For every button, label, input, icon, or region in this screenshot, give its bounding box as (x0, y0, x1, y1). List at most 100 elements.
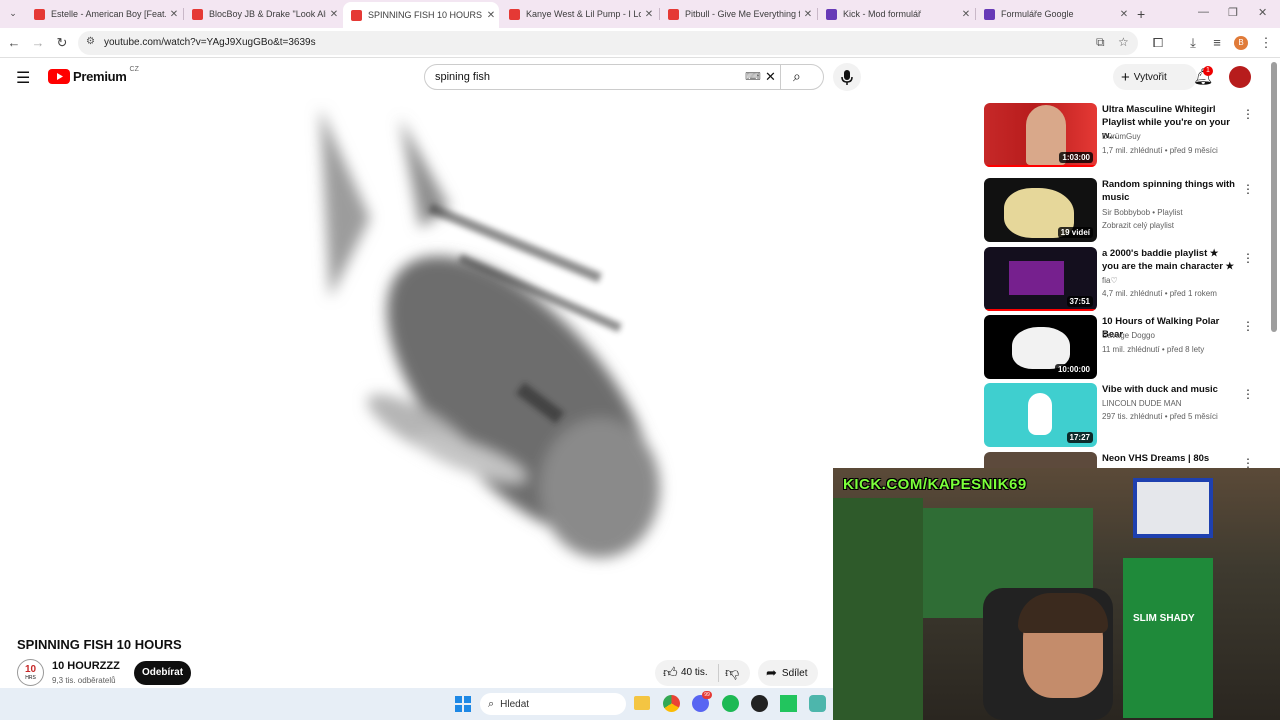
tab-spinning-fish[interactable]: SPINNING FISH 10 HOURS - Yo ✕ (343, 2, 499, 28)
close-tab-icon[interactable]: ✕ (800, 9, 816, 20)
recommended-channel[interactable]: DürümGuy (1102, 132, 1141, 141)
recommended-playlist[interactable]: 19 videí Random spinning things with mus… (984, 178, 1254, 242)
account-avatar[interactable] (1229, 66, 1251, 88)
back-icon[interactable]: ← (6, 35, 22, 51)
close-window-icon[interactable]: ✕ (1258, 6, 1267, 19)
recommended-channel[interactable]: fia♡ (1102, 276, 1118, 285)
more-options-icon[interactable]: ⋮ (1242, 456, 1254, 468)
recommended-video[interactable]: 10:00:00 10 Hours of Walking Polar Bear … (984, 315, 1254, 379)
address-bar[interactable]: ⚙ youtube.com/watch?v=YAgJ9XugGBo&t=3639… (78, 31, 1138, 55)
more-options-icon[interactable]: ⋮ (1242, 182, 1254, 196)
keyboard-icon[interactable]: ⌨ (745, 70, 761, 83)
duration-badge: 17:27 (1066, 432, 1093, 443)
more-options-icon[interactable]: ⋮ (1242, 387, 1254, 401)
tab-kick-form[interactable]: Kick - Mod formulář ✕ (818, 4, 974, 24)
recommended-channel[interactable]: LINCOLN DUDE MAN (1102, 399, 1182, 408)
more-options-icon[interactable]: ⋮ (1242, 251, 1254, 265)
recommended-video[interactable]: 37:51 a 2000's baddie playlist ★ you are… (984, 247, 1254, 311)
profile-avatar[interactable]: B (1234, 36, 1248, 50)
dislike-thumb-icon[interactable]: 👎︎ (725, 664, 739, 681)
webcam-plants (833, 498, 923, 720)
tab-i-love-it[interactable]: Kanye West & Lil Pump - I Love ✕ (501, 4, 657, 24)
close-tab-icon[interactable]: ✕ (1116, 9, 1132, 20)
tab-title: Formuláře Google (1001, 9, 1074, 19)
app-icon[interactable] (809, 695, 826, 712)
youtube-logo[interactable]: Premium CZ (48, 66, 139, 84)
restore-icon[interactable]: ❐ (1228, 6, 1238, 19)
search-icon: ⌕ (488, 697, 495, 710)
webcam-hair (1018, 593, 1108, 633)
file-explorer-icon[interactable] (634, 696, 650, 710)
video-thumbnail[interactable] (984, 452, 1097, 468)
playlist-thumbnail[interactable]: 19 videí (984, 178, 1097, 242)
browser-menu-icon[interactable]: ⋮ (1258, 35, 1274, 51)
recommended-channel[interactable]: Savage Doggo (1102, 331, 1155, 340)
close-tab-icon[interactable]: ✕ (166, 9, 182, 20)
recommended-title[interactable]: Random spinning things with music (1102, 178, 1237, 204)
thumbnail-duck (1028, 393, 1052, 435)
more-options-icon[interactable]: ⋮ (1242, 319, 1254, 333)
install-icon[interactable]: ⧉ (1096, 35, 1105, 50)
more-options-icon[interactable]: ⋮ (1242, 107, 1254, 121)
recommended-title[interactable]: Neon VHS Dreams | 80s (1102, 452, 1237, 465)
channel-avatar[interactable]: 10 HRS (17, 659, 44, 686)
close-tab-icon[interactable]: ✕ (483, 10, 499, 21)
thumbnail-polar-bear (1012, 327, 1070, 369)
bookmark-star-icon[interactable]: ☆ (1118, 35, 1129, 49)
recommended-video[interactable]: 1:03:00 Ultra Masculine Whitegirl Playli… (984, 103, 1254, 167)
recommended-video[interactable]: 17:27 Vibe with duck and music LINCOLN D… (984, 383, 1254, 447)
video-thumbnail[interactable]: 1:03:00 (984, 103, 1097, 167)
close-tab-icon[interactable]: ✕ (958, 9, 974, 20)
video-thumbnail[interactable]: 10:00:00 (984, 315, 1097, 379)
taskbar-search[interactable]: ⌕ Hledat (480, 693, 626, 715)
tab-look-alive[interactable]: BlocBoy JB & Drake "Look Alive" ✕ (184, 4, 342, 24)
spotify-icon[interactable] (722, 695, 739, 712)
like-thumb-icon[interactable]: 👍︎ (663, 664, 678, 681)
page-scrollbar[interactable] (1271, 62, 1277, 332)
tab-pitbull[interactable]: Pitbull - Give Me Everything ft. ✕ (660, 4, 816, 24)
duration-badge: 37:51 (1066, 296, 1093, 307)
media-control-icon[interactable]: ≡ (1209, 35, 1225, 51)
video-thumbnail[interactable]: 17:27 (984, 383, 1097, 447)
obs-icon[interactable] (751, 695, 768, 712)
windows-taskbar: ⌕ Hledat 99 (0, 688, 833, 720)
create-button[interactable]: + Vytvořit (1113, 64, 1197, 90)
tab-search-icon[interactable]: ⌄ (6, 8, 20, 22)
download-icon[interactable]: ⤓ (1185, 35, 1201, 51)
video-player[interactable] (0, 98, 830, 628)
video-count-badge: 19 videí (1057, 227, 1093, 238)
recommended-meta: 11 mil. zhlédnutí • před 8 lety (1102, 345, 1205, 354)
search-input[interactable]: spining fish (435, 71, 490, 83)
tab-google-forms[interactable]: Formuláře Google ✕ (976, 4, 1132, 24)
recommended-video[interactable]: Neon VHS Dreams | 80s ⋮ (984, 452, 1254, 468)
kick-icon[interactable] (780, 695, 797, 712)
search-icon[interactable]: ⌕ (793, 68, 801, 85)
close-tab-icon[interactable]: ✕ (641, 9, 657, 20)
forward-icon[interactable]: → (30, 35, 46, 51)
video-thumbnail[interactable]: 37:51 (984, 247, 1097, 311)
subscribe-button[interactable]: Odebírat (134, 661, 191, 685)
like-count: 40 tis. (681, 667, 708, 678)
forms-icon (984, 8, 995, 20)
channel-name[interactable]: 10 HOURZZZ (52, 660, 120, 672)
recommended-title[interactable]: a 2000's baddie playlist ★ you are the m… (1102, 247, 1237, 273)
reload-icon[interactable]: ↻ (54, 35, 70, 51)
search-box[interactable]: spining fish ⌨ ✕ ⌕ (424, 64, 824, 90)
hamburger-menu-icon[interactable]: ☰ (16, 68, 30, 88)
chrome-icon[interactable] (663, 695, 680, 712)
close-tab-icon[interactable]: ✕ (326, 9, 342, 20)
windows-start-icon[interactable] (455, 696, 471, 712)
view-full-playlist-link[interactable]: Zobrazit celý playlist (1102, 221, 1174, 230)
clear-search-icon[interactable]: ✕ (765, 69, 776, 85)
site-info-icon[interactable]: ⚙ (86, 36, 95, 47)
minimize-icon[interactable]: — (1198, 6, 1209, 18)
share-button[interactable]: ➦ Sdílet (758, 660, 818, 686)
recommended-channel[interactable]: Sir Bobbybob • Playlist (1102, 208, 1183, 217)
recommended-title[interactable]: Vibe with duck and music (1102, 383, 1237, 396)
tab-american-boy[interactable]: Estelle - American Boy [Feat. Ka ✕ (26, 4, 182, 24)
new-tab-icon[interactable]: + (1137, 6, 1145, 22)
region-code: CZ (129, 66, 139, 73)
tab-title: Pitbull - Give Me Everything ft. (685, 9, 800, 19)
voice-search-button[interactable] (833, 63, 861, 91)
extensions-icon[interactable]: ⧠ (1150, 35, 1166, 51)
